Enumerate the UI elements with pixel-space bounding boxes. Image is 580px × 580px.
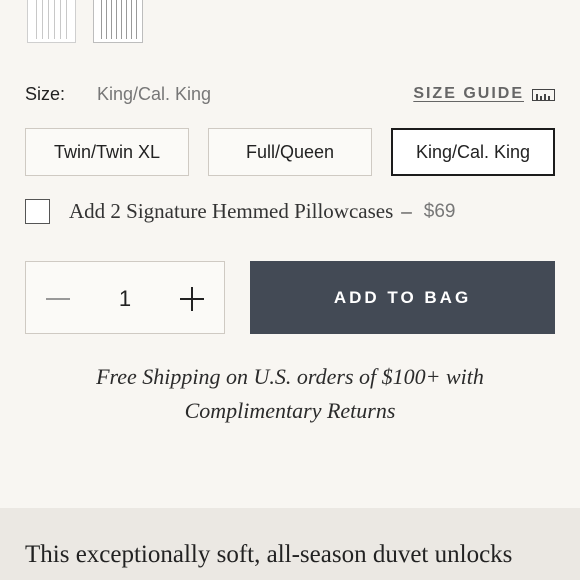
- description-text: This exceptionally soft, all-season duve…: [25, 541, 513, 568]
- ruler-icon: [532, 89, 555, 101]
- size-guide-label: SIZE GUIDE: [413, 85, 524, 102]
- pillowcase-checkbox[interactable]: [25, 199, 50, 224]
- add-to-bag-button[interactable]: ADD TO BAG: [250, 261, 555, 334]
- size-label: Size:: [25, 84, 66, 104]
- shipping-line-2: Complimentary Returns: [184, 398, 396, 423]
- selected-size-value: King/Cal. King: [97, 84, 212, 104]
- shipping-line-1: Free Shipping on U.S. orders of $100+ wi…: [96, 364, 484, 389]
- addon-separator: –: [401, 199, 412, 223]
- quantity-stepper: 1: [25, 261, 225, 334]
- description-section: This exceptionally soft, all-season duve…: [0, 508, 580, 580]
- size-option-twin[interactable]: Twin/Twin XL: [25, 128, 189, 176]
- addon-price: $69: [423, 200, 456, 222]
- size-option-king[interactable]: King/Cal. King: [391, 128, 555, 176]
- color-swatch-gray-stripe[interactable]: [93, 0, 143, 43]
- size-option-full-queen[interactable]: Full/Queen: [208, 128, 372, 176]
- size-row: Size: King/Cal. King SIZE GUIDE: [25, 84, 555, 106]
- pillowcase-addon: Add 2 Signature Hemmed Pillowcases – $69: [25, 199, 455, 224]
- addon-label: Add 2 Signature Hemmed Pillowcases: [69, 199, 394, 223]
- color-swatch-white-stripe[interactable]: [27, 0, 76, 43]
- shipping-note: Free Shipping on U.S. orders of $100+ wi…: [0, 360, 580, 428]
- size-guide-link[interactable]: SIZE GUIDE: [413, 85, 555, 103]
- plus-icon[interactable]: [180, 287, 204, 311]
